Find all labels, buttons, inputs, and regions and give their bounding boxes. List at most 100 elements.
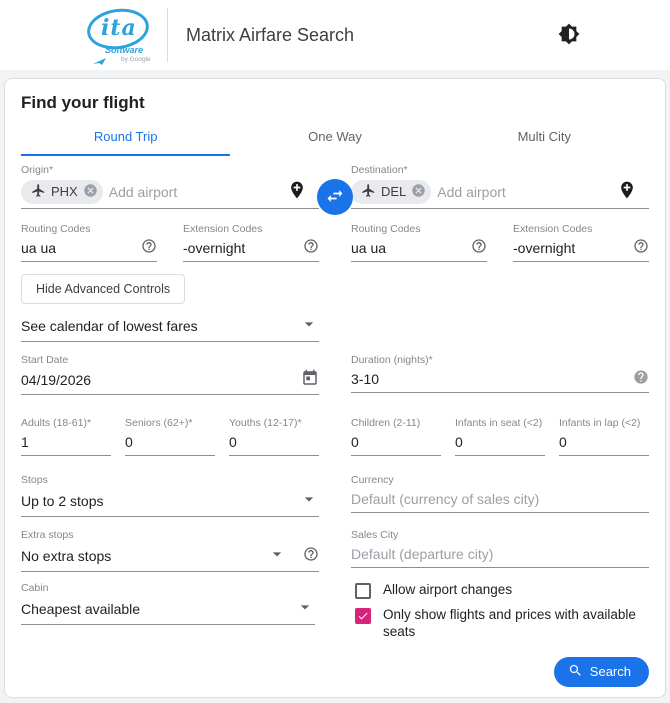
seniors-value: 0 [125, 433, 133, 450]
destination-label: Destination* [351, 164, 408, 176]
sales-city-input[interactable]: Default (departure city) [351, 544, 649, 568]
cancel-icon [83, 183, 98, 201]
available-seats-option[interactable]: Only show flights and prices with availa… [355, 607, 649, 641]
adults-field: Adults (18-61)* 1 [21, 417, 111, 456]
search-button[interactable]: Search [553, 656, 649, 687]
outbound-routing-codes-field: Routing Codes ua ua [21, 223, 157, 262]
return-extension-codes-value: -overnight [513, 239, 576, 256]
sales-city-placeholder: Default (departure city) [351, 545, 494, 562]
infants-in-seat-label: Infants in seat (<2) [455, 417, 543, 429]
duration-input[interactable]: 3-10 [351, 369, 649, 393]
destination-add-airport-input[interactable]: Add airport [437, 184, 505, 200]
hide-advanced-controls-button[interactable]: Hide Advanced Controls [21, 274, 186, 304]
theme-toggle-button[interactable] [553, 19, 585, 51]
add-location-pin-icon [617, 180, 637, 203]
open-calendar-button[interactable] [301, 369, 319, 390]
return-extension-codes-label: Extension Codes [513, 223, 593, 235]
dates-row: Start Date 04/19/2026 Duration (nights)*… [21, 354, 649, 395]
return-routing-codes-label: Routing Codes [351, 223, 421, 235]
calendar-select-value: See calendar of lowest fares [21, 317, 198, 334]
start-date-value: 04/19/2026 [21, 371, 92, 388]
checkbox-unchecked-icon[interactable] [355, 583, 371, 599]
calendar-of-lowest-fares-select[interactable]: See calendar of lowest fares [21, 314, 319, 342]
outbound-routing-codes-value: ua ua [21, 239, 57, 256]
cabin-select[interactable]: Cheapest available [21, 597, 315, 625]
origin-label: Origin* [21, 164, 54, 176]
tab-multi-city[interactable]: Multi City [440, 121, 649, 156]
outbound-routing-codes-input[interactable]: ua ua [21, 238, 157, 262]
checkbox-checked-icon[interactable] [355, 608, 371, 624]
stops-select[interactable]: Up to 2 stops [21, 489, 319, 517]
tab-round-trip[interactable]: Round Trip [21, 121, 231, 156]
extra-stops-select[interactable]: No extra stops [21, 544, 319, 572]
add-location-pin-icon [287, 180, 307, 203]
tab-one-way[interactable]: One Way [230, 121, 439, 156]
dropdown-arrow-icon [299, 489, 319, 512]
calendar-select-row: See calendar of lowest fares [21, 314, 649, 342]
infants-in-lap-input[interactable]: 0 [559, 432, 649, 456]
extra-stops-field: Extra stops No extra stops [21, 529, 319, 572]
help-outline-icon [141, 238, 157, 257]
extra-stops-value: No extra stops [21, 547, 112, 564]
cabin-options-row: Cabin Cheapest available Allow airport c… [21, 582, 649, 649]
duration-help-button[interactable] [633, 369, 649, 388]
flight-icon [31, 183, 46, 201]
youths-input[interactable]: 0 [229, 432, 319, 456]
origin-airport-chip[interactable]: PHX [21, 179, 103, 204]
origin-add-airport-input[interactable]: Add airport [109, 184, 177, 200]
seniors-label: Seniors (62+)* [125, 417, 193, 429]
children-input[interactable]: 0 [351, 432, 441, 456]
outbound-routing-help-button[interactable] [141, 238, 157, 257]
destination-nearby-airports-button[interactable] [617, 180, 637, 203]
allow-airport-changes-label: Allow airport changes [383, 582, 513, 597]
cabin-value: Cheapest available [21, 600, 141, 617]
infants-in-seat-input[interactable]: 0 [455, 432, 545, 456]
outbound-extension-codes-label: Extension Codes [183, 223, 263, 235]
stops-field: Stops Up to 2 stops [21, 474, 319, 517]
adults-value: 1 [21, 433, 29, 450]
search-button-label: Search [589, 664, 631, 680]
infants-in-lap-label: Infants in lap (<2) [559, 417, 641, 429]
origin-nearby-airports-button[interactable] [287, 180, 307, 203]
youths-value: 0 [229, 433, 237, 450]
outbound-extension-help-button[interactable] [303, 238, 319, 257]
stops-value: Up to 2 stops [21, 492, 104, 509]
outbound-extension-codes-value: -overnight [183, 239, 246, 256]
return-routing-codes-input[interactable]: ua ua [351, 238, 487, 262]
flight-icon [361, 183, 376, 201]
children-field: Children (2-11) 0 [351, 417, 441, 456]
allow-airport-changes-option[interactable]: Allow airport changes [355, 582, 649, 599]
search-button-row: Search [21, 656, 649, 687]
seniors-input[interactable]: 0 [125, 432, 215, 456]
start-date-label: Start Date [21, 354, 69, 366]
help-outline-icon [471, 238, 487, 257]
return-routing-help-button[interactable] [471, 238, 487, 257]
sales-city-field: Sales City Default (departure city) [351, 529, 649, 572]
logo-by-google-text: by Google [121, 56, 151, 63]
extra-stops-help-button[interactable] [303, 546, 319, 565]
start-date-input[interactable]: 04/19/2026 [21, 369, 319, 395]
swap-airports-button[interactable] [317, 179, 353, 215]
seniors-field: Seniors (62+)* 0 [125, 417, 215, 456]
remove-destination-chip-button[interactable] [411, 183, 426, 201]
outbound-extension-codes-input[interactable]: -overnight [183, 238, 319, 262]
return-extension-help-button[interactable] [633, 238, 649, 257]
destination-input-line: DEL Add airport [351, 179, 649, 209]
app-header: ita Software by Google Matrix Airfare Se… [0, 0, 670, 70]
destination-airport-chip[interactable]: DEL [351, 179, 432, 204]
return-extension-codes-input[interactable]: -overnight [513, 238, 649, 262]
destination-chip-code: DEL [381, 184, 407, 199]
return-routing-codes-value: ua ua [351, 239, 387, 256]
cabin-label: Cabin [21, 582, 49, 594]
swap-horizontal-icon [325, 186, 345, 209]
remove-origin-chip-button[interactable] [83, 183, 98, 201]
cancel-icon [411, 183, 426, 201]
duration-value: 3-10 [351, 370, 380, 387]
brightness-medium-icon [558, 23, 580, 48]
youths-field: Youths (12-17)* 0 [229, 417, 319, 456]
dropdown-arrow-icon [267, 544, 287, 567]
children-label: Children (2-11) [351, 417, 421, 429]
currency-input[interactable]: Default (currency of sales city) [351, 489, 649, 513]
start-date-field: Start Date 04/19/2026 [21, 354, 319, 395]
adults-input[interactable]: 1 [21, 432, 111, 456]
